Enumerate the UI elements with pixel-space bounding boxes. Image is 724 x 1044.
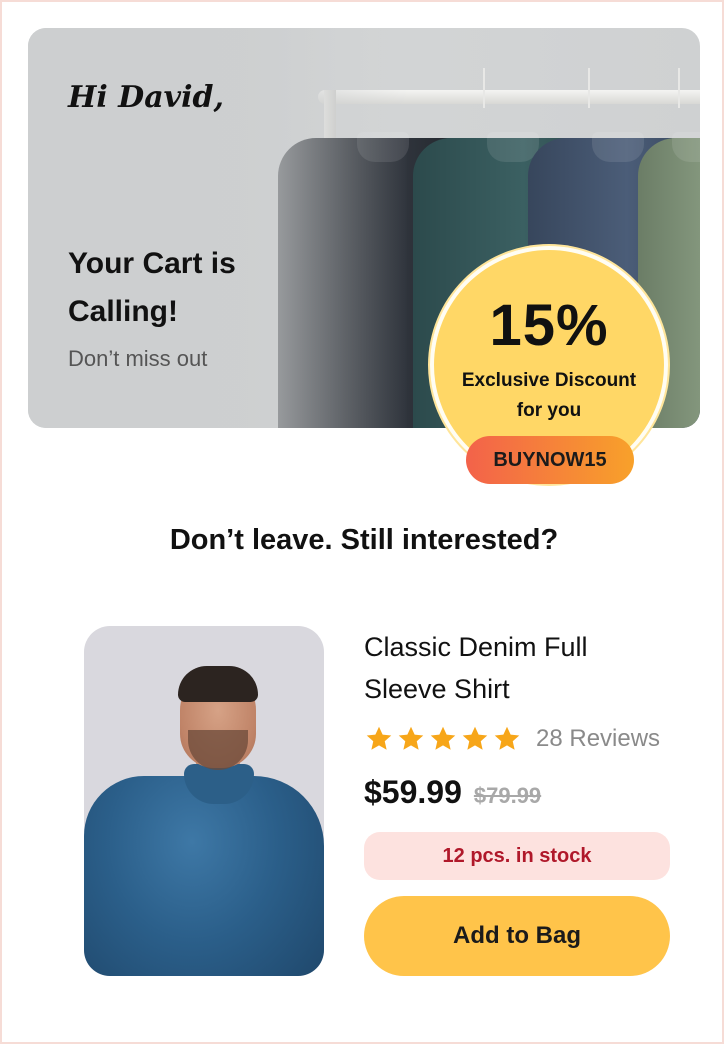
greeting: Hi David, — [68, 80, 224, 115]
review-count[interactable]: 28 Reviews — [536, 725, 660, 753]
coupon-code[interactable]: BUYNOW15 — [466, 436, 634, 484]
hanger — [588, 68, 590, 108]
star-icon — [398, 726, 424, 750]
star-icon — [366, 726, 392, 750]
star-icon — [430, 726, 456, 750]
product-image[interactable] — [84, 626, 324, 976]
product-name[interactable]: Classic Denim Full Sleeve Shirt — [364, 626, 664, 710]
headline: Don’t leave. Still interested? — [169, 524, 559, 556]
discount-text: Exclusive Discount for you — [430, 366, 668, 426]
rating: 28 Reviews — [364, 722, 660, 756]
star-icon — [462, 726, 488, 750]
hero-subtitle: Don’t miss out — [68, 346, 208, 371]
discount-line2: for you — [516, 400, 582, 421]
hanger — [678, 68, 680, 108]
current-price: $59.99 — [364, 774, 462, 810]
model-hair — [178, 666, 258, 702]
hero-title: Your Cart is Calling! — [68, 247, 236, 328]
email-card: Hi David, Your Cart is Calling! Don’t mi… — [0, 0, 724, 1044]
add-to-bag-button[interactable]: Add to Bag — [364, 896, 670, 976]
discount-line1: Exclusive Discount — [461, 370, 637, 391]
hanger — [483, 68, 485, 108]
price-row: $59.99 $79.99 — [364, 774, 541, 811]
discount-percent: 15% — [489, 293, 609, 358]
stock-badge: 12 pcs. in stock — [364, 832, 670, 880]
star-icon — [494, 726, 520, 750]
denim-shirt — [84, 776, 324, 976]
original-price: $79.99 — [473, 783, 542, 808]
star-rating — [364, 724, 522, 754]
